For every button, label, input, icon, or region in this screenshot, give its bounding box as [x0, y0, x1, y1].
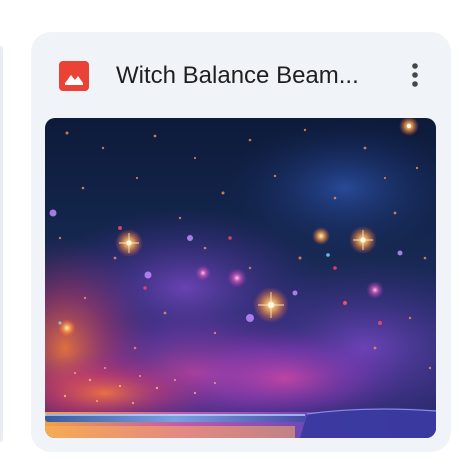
- file-card[interactable]: Witch Balance Beam...: [31, 32, 451, 452]
- file-thumbnail[interactable]: [45, 118, 436, 438]
- more-options-button[interactable]: [401, 58, 429, 94]
- more-vert-icon: [412, 63, 418, 87]
- image-file-icon: [59, 61, 89, 91]
- adjacent-card-edge: [0, 46, 3, 442]
- starry-night-image: [45, 118, 436, 438]
- file-title[interactable]: Witch Balance Beam...: [116, 59, 398, 93]
